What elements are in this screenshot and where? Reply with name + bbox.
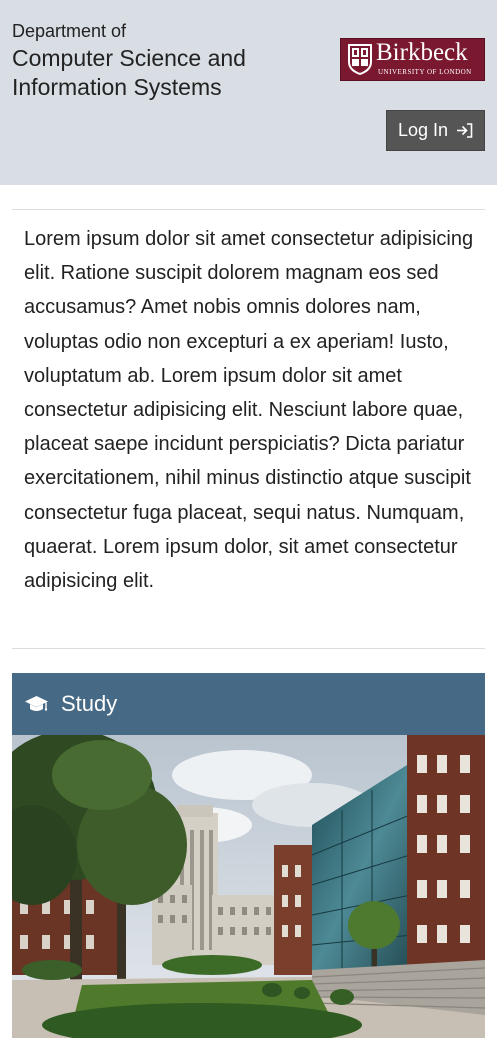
login-label: Log In: [397, 120, 449, 140]
logo-brand-text: Birkbeck: [376, 39, 468, 66]
study-label: Study: [61, 691, 118, 716]
divider-top: [12, 209, 485, 210]
department-prefix: Department of: [12, 21, 127, 41]
intro-paragraph: Lorem ipsum dolor sit amet consectetur a…: [24, 228, 474, 593]
logo-subtitle: UNIVERSITY OF LONDON: [378, 68, 472, 76]
study-section-header[interactable]: Study: [12, 673, 485, 735]
login-button[interactable]: Log In: [386, 110, 485, 151]
birkbeck-logo[interactable]: Birkbeck UNIVERSITY OF LONDON: [340, 38, 485, 81]
graduation-cap-icon: [25, 696, 48, 711]
campus-photo: [12, 735, 485, 1038]
site-header: Department of Computer Science and Infor…: [0, 0, 497, 185]
crest-icon: [348, 44, 372, 75]
divider-bottom: [12, 648, 485, 649]
department-name[interactable]: Computer Science and Information Systems: [12, 44, 252, 101]
sign-in-icon: [457, 123, 473, 138]
